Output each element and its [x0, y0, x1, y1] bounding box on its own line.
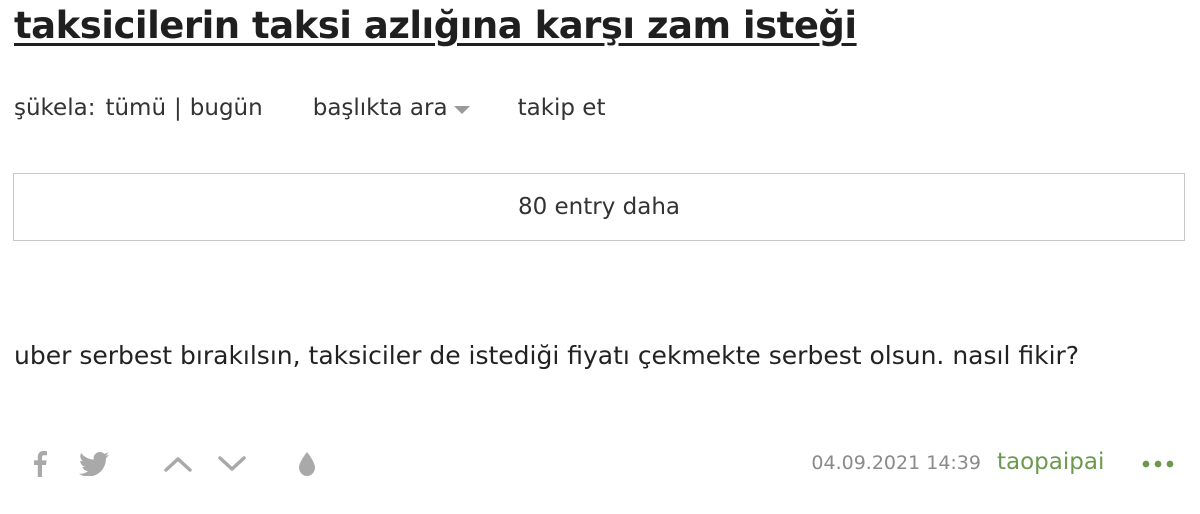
follow-topic-link[interactable]: takip et — [518, 95, 606, 121]
entry-author[interactable]: taopaipai — [997, 449, 1104, 475]
entry-date[interactable]: 04.09.2021 14:39 — [811, 452, 981, 474]
topic-title[interactable]: taksicilerin taksi azlığına karşı zam is… — [14, 4, 857, 47]
topic-subnav: şükela: tümü | bugün başlıkta ara takip … — [14, 90, 605, 126]
more-entries-label: 80 entry daha — [517, 194, 681, 220]
chevron-up-icon[interactable] — [160, 450, 196, 478]
filter-today-link[interactable]: bugün — [190, 95, 263, 121]
entry-content: uber serbest bırakılsın, taksiciler de i… — [14, 341, 1080, 370]
search-in-topic-label: başlıkta ara — [312, 95, 448, 121]
twitter-icon[interactable] — [78, 450, 110, 478]
more-dots-icon[interactable] — [1140, 452, 1176, 476]
entry-footer: 04.09.2021 14:39 taopaipai — [0, 440, 1200, 488]
filter-separator: | — [174, 95, 182, 121]
sukela-label: şükela: — [14, 95, 96, 121]
caret-down-icon — [453, 105, 470, 114]
facebook-icon[interactable] — [28, 450, 52, 478]
filter-all-link[interactable]: tümü — [105, 95, 166, 121]
search-in-topic-dropdown[interactable]: başlıkta ara — [313, 95, 470, 121]
more-entries-button[interactable]: 80 entry daha — [13, 173, 1185, 241]
chevron-down-icon[interactable] — [214, 450, 250, 478]
drop-icon[interactable] — [295, 449, 319, 479]
